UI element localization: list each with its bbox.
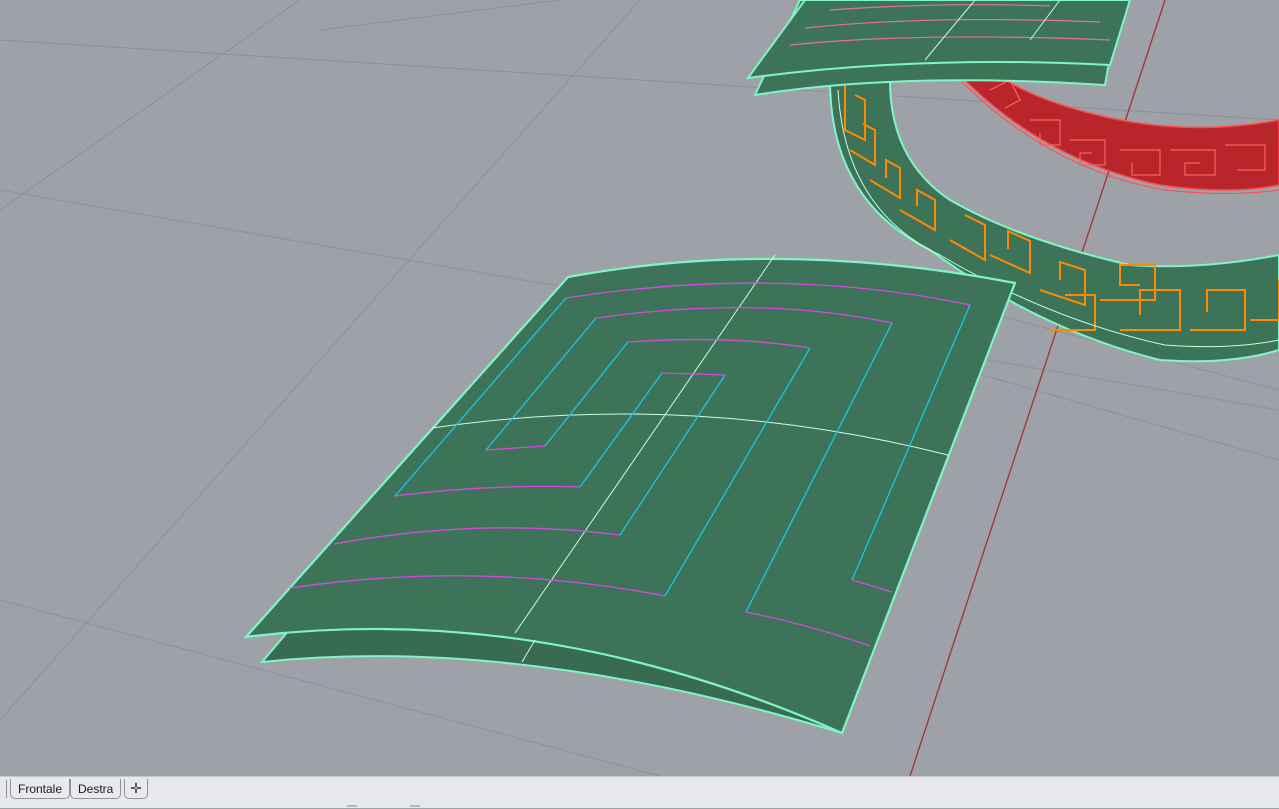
plus-icon: ✛	[130, 780, 142, 796]
main-surface	[243, 254, 1017, 735]
viewport-scene[interactable]	[0, 0, 1279, 776]
status-divider	[410, 805, 420, 807]
add-tab-button[interactable]: ✛	[124, 779, 148, 799]
tab-frontale[interactable]: Frontale	[10, 779, 71, 799]
viewport-tab-bar: Frontale Destra ✛	[0, 776, 1279, 808]
3d-viewport[interactable]	[0, 0, 1279, 776]
status-divider	[347, 805, 357, 807]
tab-destra[interactable]: Destra	[70, 779, 122, 799]
tab-scroll-edge	[0, 780, 7, 798]
upper-surface	[745, 0, 1132, 97]
